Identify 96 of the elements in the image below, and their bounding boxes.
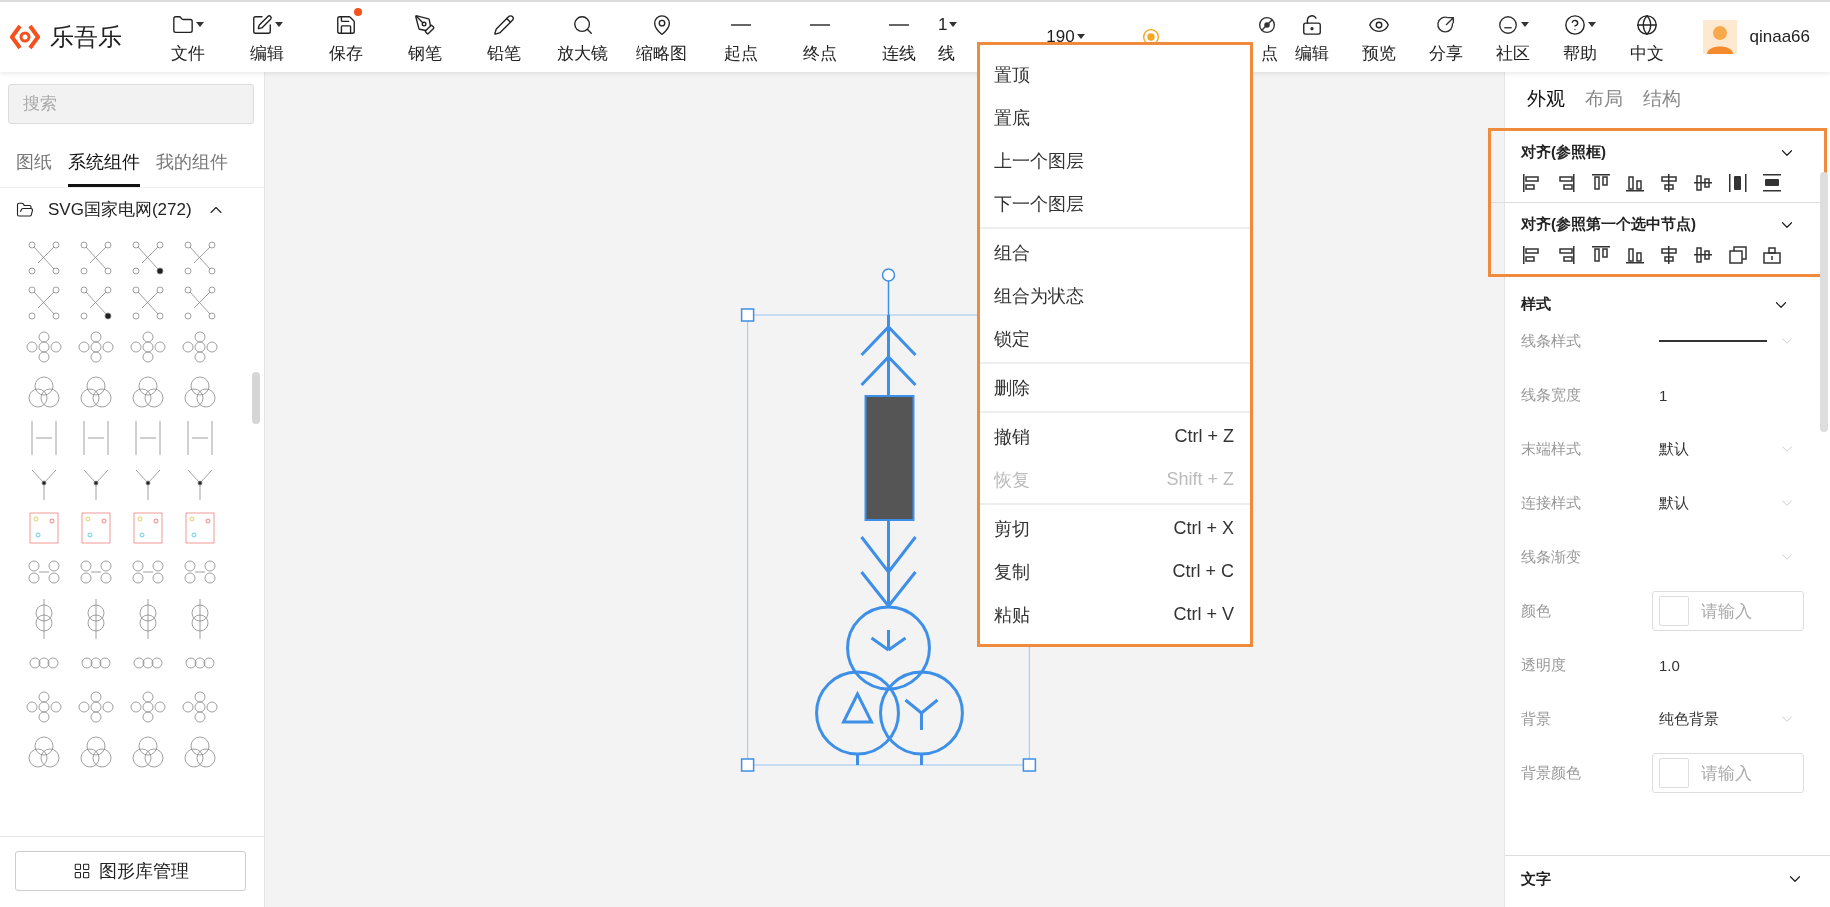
toolbar-button[interactable]: 中文 [1613, 2, 1680, 72]
menu-item[interactable]: 复制 Ctrl + C [980, 550, 1250, 593]
line-icon [888, 24, 909, 26]
scrollbar[interactable] [252, 372, 260, 424]
toolbar-button[interactable]: 终点 [780, 2, 859, 72]
property-label: 背景颜色 [1521, 763, 1582, 783]
property-label: 线条渐变 [1521, 547, 1582, 567]
shortcut-text: Ctrl + C [1172, 561, 1234, 582]
select-field[interactable]: 默认 [1659, 439, 1804, 459]
caret-icon [195, 22, 204, 28]
align-middle-icon[interactable] [1692, 172, 1715, 194]
menu-item[interactable]: 剪切 Ctrl + X [980, 507, 1250, 550]
menu-item[interactable]: 锁定 [980, 317, 1250, 360]
help-icon [1563, 14, 1586, 36]
toolbar-button[interactable]: 预览 [1345, 2, 1412, 72]
property-label: 颜色 [1521, 601, 1552, 621]
squares-icon[interactable] [1726, 244, 1749, 266]
toolbar-button[interactable]: 保存 [306, 2, 385, 72]
search-field[interactable]: 搜索 [8, 84, 254, 124]
toolbar-button[interactable]: 编辑 [227, 2, 306, 72]
property-value[interactable]: 1.0 [1659, 656, 1804, 674]
unlock-icon [1300, 14, 1323, 36]
select-field[interactable]: 默认 [1659, 493, 1804, 513]
shortcut-text: Ctrl + V [1173, 604, 1234, 625]
value-text: 1 [938, 15, 948, 35]
caret-icon [1587, 22, 1596, 28]
pencil-icon [492, 14, 515, 36]
section-title: 文字 [1521, 870, 1551, 889]
search-icon [571, 14, 594, 36]
caret-icon [949, 22, 958, 28]
pen-icon [413, 14, 436, 36]
caret-icon [1076, 34, 1085, 40]
toolbar-button[interactable]: 铅笔 [464, 2, 543, 72]
property-label: 连接样式 [1521, 493, 1582, 513]
menu-item[interactable]: 下一个图层 [980, 182, 1250, 225]
toolbar-button[interactable]: 帮助 [1546, 2, 1613, 72]
select-field[interactable]: 纯色背景 [1659, 709, 1804, 729]
caret-icon [274, 22, 283, 28]
save-icon [334, 14, 357, 36]
property-label: 线条样式 [1521, 331, 1582, 351]
folder-label[interactable]: SVG国家电网(272) [48, 198, 192, 221]
toolbar-button[interactable]: 分享 [1412, 2, 1479, 72]
menu-item[interactable]: 粘贴 Ctrl + V [980, 593, 1250, 636]
align-middle-icon[interactable] [1692, 244, 1715, 266]
toolbar-button[interactable]: 钢笔 [385, 2, 464, 72]
toolbar-button[interactable]: 起点 [701, 2, 780, 72]
toolbar-button[interactable]: 放大镜 [543, 2, 622, 72]
properties-tab[interactable]: 结构 [1643, 86, 1681, 112]
transformer-symbol-drawing[interactable] [815, 315, 964, 765]
user-name[interactable]: qinaa66 [1749, 27, 1810, 47]
shortcut-text: Ctrl + X [1173, 518, 1234, 539]
menu-item[interactable]: 置底 [980, 96, 1250, 139]
property-value[interactable]: 1 [1659, 386, 1804, 404]
globe-icon [1635, 14, 1658, 36]
logo-icon [10, 22, 40, 52]
folder-icon [16, 200, 34, 219]
folder-icon [171, 14, 194, 36]
property-label: 背景 [1521, 709, 1552, 729]
toolbar-button[interactable]: 文件 [148, 2, 227, 72]
anchor-point-icon [1256, 14, 1278, 36]
notification-dot [353, 8, 362, 16]
line-icon [809, 24, 830, 26]
value-text: 190 [1046, 27, 1075, 47]
line-icon [730, 24, 751, 26]
properties-tab[interactable]: 布局 [1585, 86, 1623, 112]
library-tab[interactable]: 系统组件 [68, 146, 140, 187]
menu-item[interactable]: 删除 [980, 366, 1250, 409]
menu-item[interactable]: 组合 [980, 231, 1250, 274]
menu-item[interactable]: 撤销 Ctrl + Z [980, 415, 1250, 458]
grid-icon [72, 862, 91, 880]
scrollbar[interactable] [1820, 172, 1828, 432]
bar-icon[interactable] [1760, 172, 1783, 194]
property-label: 末端样式 [1521, 439, 1582, 459]
section-title: 对齐(参照框) [1521, 143, 1606, 162]
box-icon[interactable] [1760, 244, 1783, 266]
toolbar-button[interactable]: 社区 [1479, 2, 1546, 72]
app-name: 乐吾乐 [50, 22, 122, 52]
shortcut-text: Shift + Z [1166, 469, 1234, 490]
property-label: 透明度 [1521, 655, 1567, 675]
menu-item[interactable]: 组合为状态 [980, 274, 1250, 317]
properties-tab[interactable]: 外观 [1527, 86, 1565, 112]
library-tab[interactable]: 图纸 [16, 146, 52, 187]
library-manage-button[interactable]: 图形库管理 [15, 851, 246, 891]
toolbar-button[interactable]: 编辑 [1278, 2, 1345, 72]
avatar-icon[interactable] [1703, 20, 1738, 54]
toolbar-button[interactable]: 缩略图 [622, 2, 701, 72]
library-tab[interactable]: 我的组件 [156, 146, 228, 187]
shortcut-text: Ctrl + Z [1174, 426, 1234, 447]
menu-item[interactable]: 上一个图层 [980, 139, 1250, 182]
section-title: 样式 [1521, 295, 1551, 314]
section-title: 对齐(参照第一个选中节点) [1521, 215, 1696, 234]
edit-icon [250, 14, 273, 36]
caret-icon [1520, 22, 1529, 28]
property-label: 线条宽度 [1521, 385, 1582, 405]
toolbar-button[interactable]: 连线 [859, 2, 938, 72]
bar-icon[interactable] [1726, 172, 1749, 194]
